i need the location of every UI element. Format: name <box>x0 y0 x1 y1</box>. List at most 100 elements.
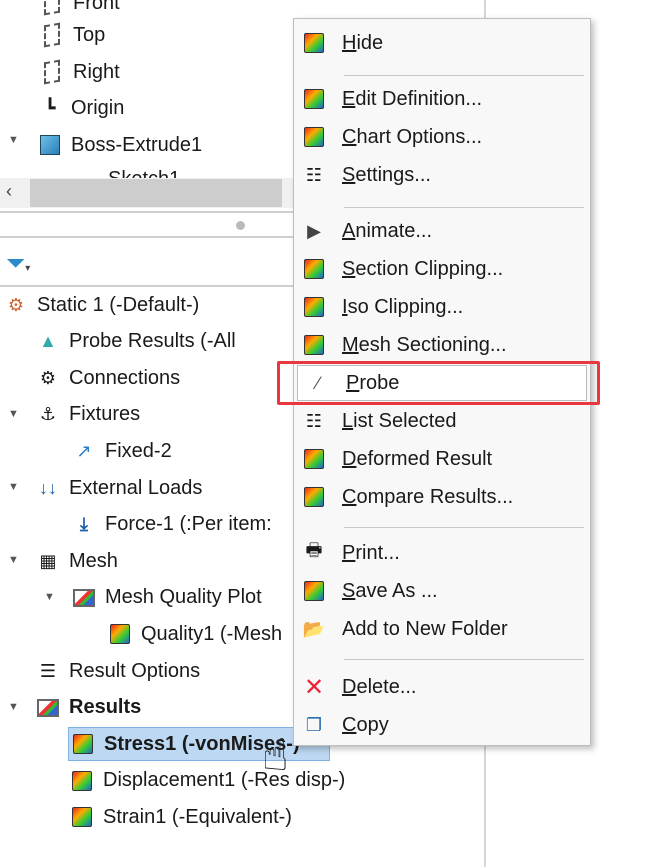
tree-item-boss-extrude1[interactable]: Boss-Extrude1 <box>38 128 202 162</box>
tree-item-label: Probe Results (-All <box>69 330 236 353</box>
tree-item-label: Origin <box>71 96 125 119</box>
tree-item-label: Mesh Quality Plot <box>105 586 262 609</box>
hide-icon <box>302 31 326 55</box>
tree-item-external-loads[interactable]: ↓↓ External Loads <box>36 471 202 505</box>
mesh-sectioning-icon <box>302 333 326 357</box>
force-icon: ⤓ <box>80 514 88 535</box>
hand-cursor-icon: ☝ <box>262 731 289 780</box>
menu-item-mesh-sectioning[interactable]: Mesh Sectioning... <box>294 327 590 363</box>
tree-item-fixed-2[interactable]: ↗ Fixed-2 <box>72 434 172 468</box>
quality-plot-icon <box>108 622 132 646</box>
add-folder-icon: 📂 <box>302 618 326 639</box>
tree-item-connections[interactable]: ⚙ Connections <box>36 361 180 395</box>
tree-item-mesh-quality-plot[interactable]: Mesh Quality Plot <box>72 581 262 615</box>
divider <box>0 285 294 287</box>
menu-item-label: Deformed Result <box>342 447 493 470</box>
tree-item-static-1-default[interactable]: ⚙ Static 1 (-Default-) <box>4 288 199 322</box>
menu-item-label: Add to New Folder <box>342 617 508 640</box>
menu-item-hide[interactable]: Hide <box>294 25 590 61</box>
menu-item-save-as[interactable]: Save As ... <box>294 573 590 609</box>
menu-item-animate[interactable]: ▶ Animate... <box>294 213 590 249</box>
menu-item-copy[interactable]: ❐ Copy <box>294 707 590 743</box>
tree-item-front[interactable]: Front <box>40 0 120 20</box>
menu-separator <box>344 75 584 76</box>
menu-item-delete[interactable]: ✕ Delete... <box>294 669 590 705</box>
fixed-icon: ↗ <box>76 440 92 461</box>
origin-icon: ┗ <box>44 97 56 118</box>
animate-icon: ▶ <box>307 220 321 241</box>
print-icon: 🖶 <box>305 540 323 560</box>
menu-item-add-to-new-folder[interactable]: 📂 Add to New Folder <box>294 611 590 647</box>
tree-item-strain1-equivalent[interactable]: Strain1 (-Equivalent-) <box>70 800 292 834</box>
tree-item-result-options[interactable]: ☰ Result Options <box>36 654 200 688</box>
menu-item-label: List Selected <box>342 409 457 432</box>
menu-item-label: Mesh Sectioning... <box>342 333 507 356</box>
tree-item-label: Mesh <box>69 549 118 572</box>
menu-item-chart-options[interactable]: Chart Options... <box>294 119 590 155</box>
strain-plot-icon <box>70 805 94 829</box>
tree-item-label: External Loads <box>69 476 203 499</box>
probe-results-icon: ▲ <box>39 331 57 352</box>
tree-item-label: Fixed-2 <box>105 439 172 462</box>
tree-item-label: Strain1 (-Equivalent-) <box>103 805 292 828</box>
edit-definition-icon <box>302 87 326 111</box>
splitter[interactable] <box>0 211 294 213</box>
expand-arrow-icon[interactable]: ▼ <box>8 408 19 420</box>
tree-item-force-1-per-item[interactable]: ⤓ Force-1 (:Per item: <box>72 508 272 542</box>
tree-item-label: Front <box>73 0 120 14</box>
section-clipping-icon <box>302 257 326 281</box>
tree-item-label: Top <box>73 23 106 46</box>
menu-item-edit-definition[interactable]: Edit Definition... <box>294 81 590 117</box>
tree-item-stress1-vonmises[interactable]: Stress1 (-vonMises-) <box>68 727 330 762</box>
settings-icon: ☷ <box>305 164 323 185</box>
expand-arrow-icon[interactable]: ▼ <box>8 481 19 493</box>
menu-item-settings[interactable]: ☷ Settings... <box>294 157 590 193</box>
mesh-icon: ▦ <box>39 550 57 571</box>
menu-item-label: Save As ... <box>342 579 438 602</box>
splitter-handle-icon[interactable] <box>236 221 245 230</box>
menu-item-list-selected[interactable]: ☷ List Selected <box>294 403 590 439</box>
menu-item-label: Section Clipping... <box>342 257 504 280</box>
tree-item-label: Results <box>69 696 142 719</box>
displacement-plot-icon <box>70 769 94 793</box>
tree-item-quality1-mesh[interactable]: Quality1 (-Mesh <box>108 617 282 651</box>
list-selected-icon: ☷ <box>305 410 323 431</box>
tree-item-label: Result Options <box>69 659 201 682</box>
menu-item-compare-results[interactable]: Compare Results... <box>294 479 590 515</box>
delete-icon: ✕ <box>303 673 325 701</box>
menu-item-print[interactable]: 🖶 Print... <box>294 535 590 571</box>
compare-results-icon <box>302 485 326 509</box>
tree-item-displacement1-res-disp[interactable]: Displacement1 (-Res disp-) <box>70 764 345 798</box>
scroll-left-arrow-icon[interactable]: ‹ <box>6 181 12 202</box>
tree-item-origin[interactable]: ┗ Origin <box>38 91 125 125</box>
tree-item-fixtures[interactable]: ⚓ Fixtures <box>36 398 140 432</box>
menu-item-label: Hide <box>342 31 384 54</box>
tree-item-label: Displacement1 (-Res disp-) <box>103 769 346 792</box>
expand-arrow-icon[interactable]: ▼ <box>8 554 19 566</box>
tree-item-right[interactable]: Right <box>40 55 120 89</box>
iso-clipping-icon <box>302 295 326 319</box>
menu-item-iso-clipping[interactable]: Iso Clipping... <box>294 289 590 325</box>
tree-item-probe-results-all[interactable]: ▲ Probe Results (-All <box>36 325 236 359</box>
expand-arrow-icon[interactable]: ▼ <box>8 701 19 713</box>
filter-icon[interactable]: ⏷▾ <box>6 250 30 278</box>
copy-icon: ❐ <box>305 714 323 735</box>
expand-arrow-icon[interactable]: ▼ <box>44 591 55 603</box>
chart-options-icon <box>302 125 326 149</box>
folder-plot-icon <box>72 586 96 610</box>
tree-item-top[interactable]: Top <box>40 18 105 52</box>
menu-item-label: Settings... <box>342 163 431 186</box>
tree-item-results[interactable]: Results <box>36 691 141 725</box>
horizontal-scrollbar[interactable]: ‹ <box>0 178 294 208</box>
expand-arrow-icon[interactable]: ▼ <box>8 134 19 146</box>
stress-plot-icon <box>71 732 95 756</box>
menu-separator <box>344 527 584 528</box>
menu-item-section-clipping[interactable]: Section Clipping... <box>294 251 590 287</box>
scrollbar-thumb[interactable] <box>30 179 282 207</box>
study-icon: ⚙ <box>7 294 25 315</box>
divider <box>0 236 294 238</box>
plane-icon <box>40 0 64 16</box>
result-options-icon: ☰ <box>39 660 57 681</box>
tree-item-mesh[interactable]: ▦ Mesh <box>36 544 118 578</box>
menu-item-deformed-result[interactable]: Deformed Result <box>294 441 590 477</box>
